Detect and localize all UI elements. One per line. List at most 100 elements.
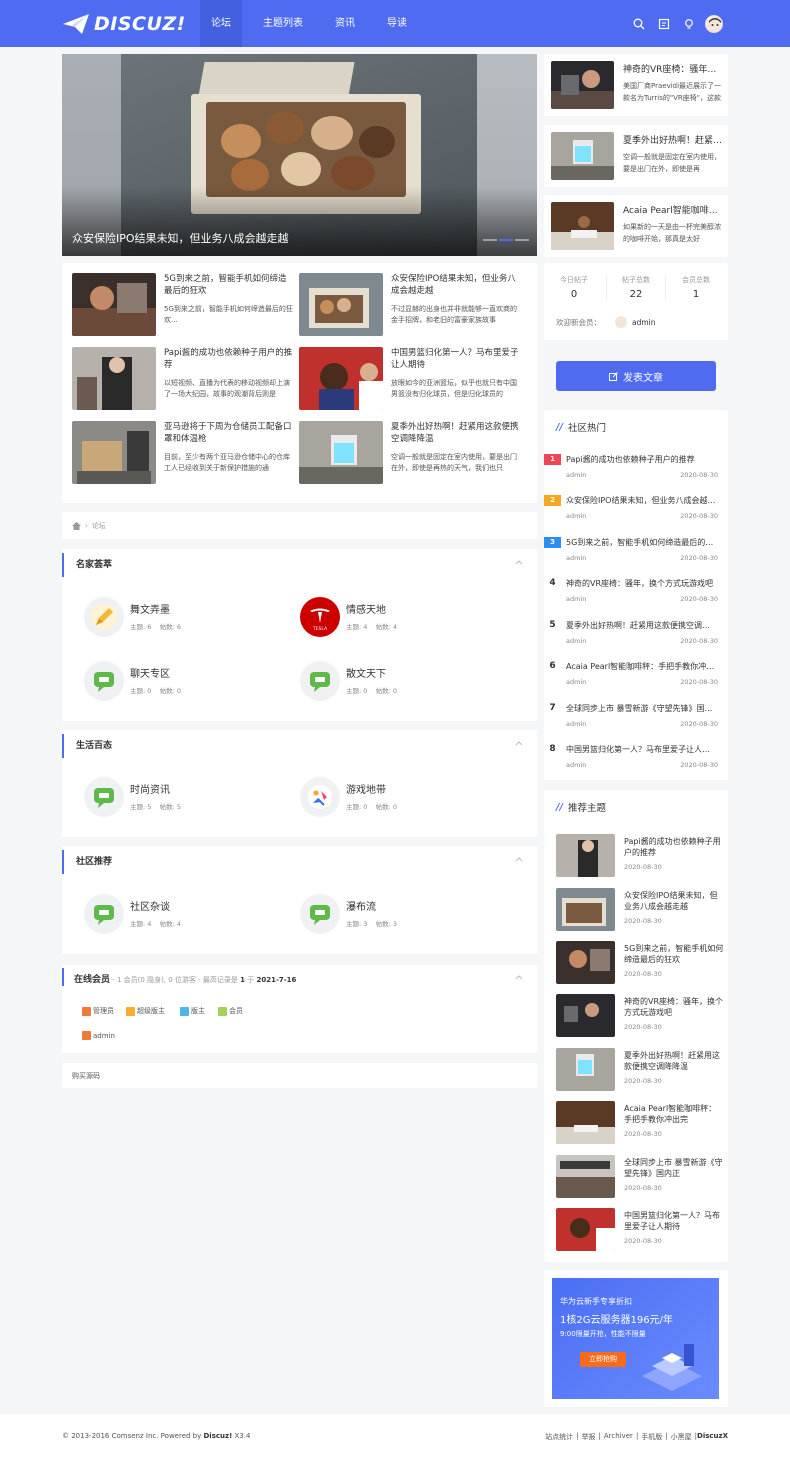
news-title[interactable]: 中国男篮归化第一人？马布里爱子让人期待 [391,347,521,371]
avatar-icon[interactable] [704,14,724,34]
forum-item[interactable]: 瀑布流 主题: 3 帖数: 3 [300,894,500,942]
search-icon[interactable] [629,14,649,34]
forum-name[interactable]: 时尚资讯 [130,781,170,796]
news-thumbnail [299,347,383,410]
hero-title[interactable]: 众安保险IPO结果未知，但业务八成会越走越 [72,230,289,246]
hot-item[interactable]: 6 Acaia Pearl智能咖啡秤：手把手教你冲出完 admin 2020-08-3… [544,661,728,701]
avatar[interactable] [615,316,627,328]
rec-item[interactable]: Acaia Pearl智能咖啡秤：手把手教你冲出完 2020-08-30 [556,1101,726,1146]
hero-slider[interactable]: 众安保险IPO结果未知，但业务八成会越走越 [62,54,537,256]
rec-thumbnail [556,1048,615,1091]
footer-brand[interactable]: DiscuzX [697,1432,728,1442]
ad-banner[interactable]: 华为云新手专享折扣 1核2G云服务器196元/年 9:00限量开抢，性能不限量 … [544,1270,728,1407]
forum-item[interactable]: 舞文弄墨 主题: 6 帖数: 6 [84,597,284,645]
nav-news[interactable]: 资讯 [324,0,366,47]
footer-link-archiver[interactable]: Archiver [604,1432,633,1442]
nav-forum[interactable]: 论坛 [200,0,242,47]
hot-topics-header: //社区热门 [556,421,606,435]
side-news-title[interactable]: Acaia Pearl智能咖啡秤：手把手教你冲出完 [623,203,723,216]
news-title[interactable]: 夏季外出好热啊！赶紧用这款便携空调降降温 [391,421,521,445]
news-item[interactable]: 众安保险IPO结果未知，但业务八成会越走越 不过显赫的出身也并非就能够一直欢商的… [299,273,524,338]
hot-item[interactable]: 8 中国男篮归化第一人？马布里爱子让人期待 admin 2020-08-30 [544,744,728,784]
nav-thread-list[interactable]: 主题列表 [252,0,314,47]
rec-thumbnail [556,1101,615,1144]
hot-item[interactable]: 5 夏季外出好热啊！赶紧用这款便携空调降降温 admin 2020-08-30 [544,620,728,660]
side-news-title[interactable]: 神奇的VR座椅：骚年，换个方式玩游戏吧 [623,62,723,75]
section-title[interactable]: 社区推荐 [62,850,112,874]
rec-item[interactable]: 神奇的VR座椅：骚年，换个方式玩游戏吧 2020-08-30 [556,994,726,1039]
forum-name[interactable]: 社区杂谈 [130,898,170,913]
forum-item[interactable]: 聊天专区 主题: 0 帖数: 0 [84,661,284,709]
footer: © 2013-2016 Comsenz Inc. Powered by Disc… [0,1414,790,1458]
hot-item[interactable]: 3 5G到来之前，智能手机如何缔造最后的狂欢 admin 2020-08-30 [544,537,728,577]
forum-item[interactable]: 时尚资讯 主题: 5 帖数: 5 [84,777,284,825]
hot-item[interactable]: 4 神奇的VR座椅：骚年，换个方式玩游戏吧 admin 2020-08-30 [544,578,728,618]
forum-name[interactable]: 聊天专区 [130,665,170,680]
news-thumbnail [299,421,383,484]
news-title[interactable]: 众安保险IPO结果未知，但业务八成会越走越 [391,273,521,297]
rec-item[interactable]: 众安保险IPO结果未知，但业务八成会越走越 2020-08-30 [556,888,726,933]
new-member-name[interactable]: admin [632,318,656,327]
forum-item[interactable]: 散文天下 主题: 0 帖数: 0 [300,661,500,709]
rec-item[interactable]: 夏季外出好热啊！赶紧用这款便携空调降降温 2020-08-30 [556,1048,726,1093]
side-news-title[interactable]: 夏季外出好热啊！赶紧用这款便携空调降降温 [623,133,723,146]
super-mod-icon [126,1006,135,1016]
forum-name[interactable]: 游戏地带 [346,781,386,796]
news-item[interactable]: 亚马逊将于下周为仓储员工配备口罩和体温枪 目前，至少有两个亚马逊仓储中心的仓库工… [72,421,297,486]
main-nav: 论坛 主题列表 资讯 导读 [200,0,428,47]
forum-item[interactable]: 游戏地带 主题: 0 帖数: 0 [300,777,500,825]
edit-icon[interactable] [654,14,674,34]
news-desc: 放眼如今的亚洲篮坛，似乎也就只有中国男篮没有归化球员，但是归化球员的 [391,379,517,398]
forum-name[interactable]: 舞文弄墨 [130,601,170,616]
slider-dot-active[interactable] [499,239,513,241]
collapse-icon[interactable] [515,855,523,863]
hot-item[interactable]: 1 Papi酱的成功也依赖种子用户的推荐 admin 2020-08-30 [544,454,728,494]
recommended-header: //推荐主题 [556,801,606,815]
online-user[interactable]: admin [82,1031,115,1040]
forum-item[interactable]: TESLA 情感天地 主题: 4 帖数: 4 [300,597,500,645]
forum-name[interactable]: 散文天下 [346,665,386,680]
source-link[interactable]: 购买源码 [62,1063,537,1088]
news-title[interactable]: Papi酱的成功也依赖种子用户的推荐 [164,347,294,371]
hot-item[interactable]: 2 众安保险IPO结果未知，但业务八成会越走越 admin 2020-08-30 [544,495,728,535]
footer-link-stats[interactable]: 站点统计 [545,1432,573,1442]
news-title[interactable]: 亚马逊将于下周为仓储员工配备口罩和体温枪 [164,421,294,445]
rec-item[interactable]: 中国男篮归化第一人？马布里爱子让人期待 2020-08-30 [556,1208,726,1253]
footer-link-mobile[interactable]: 手机版 [641,1432,662,1442]
stat-today-posts: 今日帖子 0 [560,276,588,300]
nav-guide[interactable]: 导读 [376,0,418,47]
collapse-icon[interactable] [515,973,523,981]
forum-stats: 主题: 0 帖数: 0 [346,687,398,695]
bulb-icon[interactable] [679,14,699,34]
collapse-icon[interactable] [515,558,523,566]
side-news-item[interactable]: 夏季外出好热啊！赶紧用这款便携空调降降温 空调一般就是固定在室内使用，要是出门在… [544,125,728,187]
section-title[interactable]: 生活百态 [62,734,112,758]
brand-name: DISCUZ! [94,13,186,35]
rec-item[interactable]: 全球同步上市 暴雪新游《守望先锋》国内正 2020-08-30 [556,1155,726,1200]
news-item[interactable]: 中国男篮归化第一人？马布里爱子让人期待 放眼如今的亚洲篮坛，似乎也就只有中国男篮… [299,347,524,412]
publish-article-button[interactable]: 发表文章 [556,361,716,391]
slider-dot[interactable] [483,239,497,241]
forum-name[interactable]: 瀑布流 [346,898,376,913]
rec-item[interactable]: Papi酱的成功也依赖种子用户的推荐 2020-08-30 [556,834,726,879]
news-title[interactable]: 5G到来之前，智能手机如何缔造最后的狂欢 [164,273,294,297]
home-icon[interactable] [72,522,81,530]
news-item[interactable]: Papi酱的成功也依赖种子用户的推荐 以短视频、直播为代表的移动视频却上演了一场… [72,347,297,412]
footer-link-report[interactable]: 举报 [582,1432,596,1442]
logo[interactable]: DISCUZ! [62,11,186,37]
forum-name[interactable]: 情感天地 [346,601,386,616]
footer-link-blackroom[interactable]: 小黑屋 [671,1432,692,1442]
rec-item[interactable]: 5G到来之前，智能手机如何缔造最后的狂欢 2020-08-30 [556,941,726,986]
ad-buy-button[interactable]: 立即抢购 [580,1352,626,1367]
side-news-item[interactable]: 神奇的VR座椅：骚年，换个方式玩游戏吧 美国厂商Praevidi最近展示了一款名… [544,54,728,116]
news-item[interactable]: 5G到来之前，智能手机如何缔造最后的狂欢 5G到来之前，智能手机如何缔造最后的狂… [72,273,297,338]
breadcrumb-forum[interactable]: 论坛 [92,521,106,531]
side-news-item[interactable]: Acaia Pearl智能咖啡秤：手把手教你冲出完 如果新的一天是由一杯完美醇浓… [544,195,728,257]
online-title[interactable]: 在线会员 [74,975,110,985]
hot-item[interactable]: 7 全球同步上市 暴雪新游《守望先锋》国内正 admin 2020-08-30 [544,703,728,743]
forum-item[interactable]: 社区杂谈 主题: 4 帖数: 4 [84,894,284,942]
slider-dot[interactable] [515,239,529,241]
collapse-icon[interactable] [515,739,523,747]
news-item[interactable]: 夏季外出好热啊！赶紧用这款便携空调降降温 空调一般就是固定在室内使用，要是出门在… [299,421,524,486]
section-title[interactable]: 名家荟萃 [62,553,112,577]
